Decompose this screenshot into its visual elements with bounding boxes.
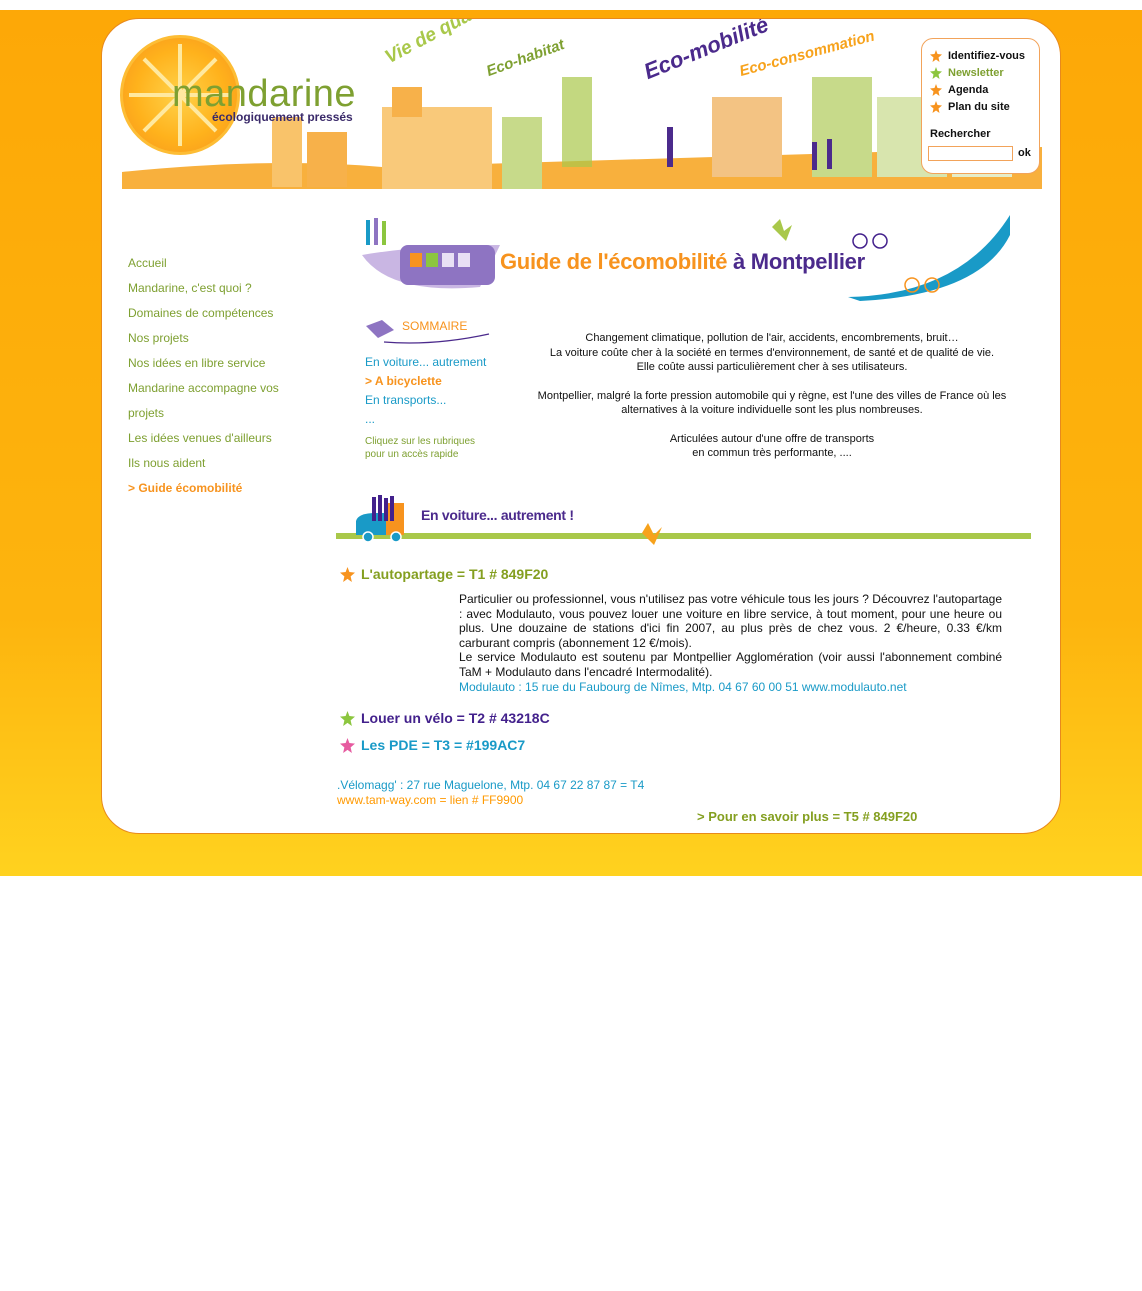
headline-eco-habitat: Eco-habitat	[484, 36, 567, 80]
nav-item-nos-idees[interactable]: Nos idées en libre service	[128, 351, 318, 376]
section-heading-pde[interactable]: Les PDE = T3 = #199AC7	[340, 737, 525, 753]
nav-item-ils-nous-aident[interactable]: Ils nous aident	[128, 451, 318, 476]
sommaire-hint-line2: pour un accès rapide	[365, 449, 459, 460]
flower-icon	[930, 101, 942, 113]
velomagg-info: .Vélomagg' : 27 rue Maguelone, Mtp. 04 6…	[337, 778, 645, 792]
top-link-label: Plan du site	[948, 101, 1010, 113]
guide-title-part2: à Montpellier	[733, 249, 865, 274]
flower-icon	[930, 50, 942, 62]
intro-line: alternatives à la voiture individuelle s…	[621, 404, 923, 416]
top-menu-box: Identifiez-vous Newsletter Agenda Plan d…	[921, 38, 1040, 174]
sommaire-label: SOMMAIRE	[402, 319, 468, 333]
top-link-label: Newsletter	[948, 67, 1004, 79]
flower-icon	[340, 737, 355, 753]
search-label: Rechercher	[930, 128, 991, 140]
top-link-newsletter[interactable]: Newsletter	[930, 67, 1004, 79]
autopartage-body: Particulier ou professionnel, vous n'uti…	[459, 592, 1002, 694]
top-link-agenda[interactable]: Agenda	[930, 84, 988, 96]
nav-item-mandarine-accompagne[interactable]: Mandarine accompagne vos	[128, 376, 318, 401]
flower-icon	[340, 710, 355, 726]
sommaire-item-more[interactable]: ...	[365, 410, 505, 429]
nav-item-guide-ecomobilite[interactable]: > Guide écomobilité	[128, 476, 318, 501]
intro-line: Articulées autour d'une offre de transpo…	[669, 432, 875, 445]
nav-item-accueil[interactable]: Accueil	[128, 251, 318, 276]
nav-item-mandarine-accompagne-projets[interactable]: projets	[128, 401, 318, 426]
brand-tagline: écologiquement pressés	[212, 110, 353, 124]
nav-item-domaines-de-competences[interactable]: Domaines de compétences	[128, 301, 318, 326]
section-banner-title: En voiture... autrement !	[421, 507, 574, 523]
flower-icon	[340, 566, 355, 582]
intro-line: Changement climatique, pollution de l'ai…	[585, 332, 959, 344]
flower-icon	[930, 67, 942, 79]
nav-item-nos-projets[interactable]: Nos projets	[128, 326, 318, 351]
sommaire-item-bicyclette[interactable]: > A bicyclette	[365, 372, 505, 391]
section-heading-autopartage: L'autopartage = T1 # 849F20	[340, 566, 548, 582]
search-input[interactable]	[928, 146, 1013, 161]
section-banner-illustration	[336, 495, 1031, 545]
sommaire-item-transports[interactable]: En transports...	[365, 391, 505, 410]
flower-icon	[930, 84, 942, 96]
body-paragraph: Particulier ou professionnel, vous n'uti…	[459, 592, 1002, 650]
top-link-label: Agenda	[948, 84, 989, 96]
section-heading-text: Louer un vélo = T2 # 43218C	[361, 710, 550, 726]
nav-item-idees-ailleurs[interactable]: Les idées venues d'ailleurs	[128, 426, 318, 451]
intro-text: Changement climatique, pollution de l'ai…	[522, 331, 1022, 475]
modulauto-contact: Modulauto : 15 rue du Faubourg de Nîmes,…	[459, 679, 907, 694]
sommaire-hint: Cliquez sur les rubriques pour un accès …	[365, 435, 475, 461]
sommaire-item-en-voiture[interactable]: En voiture... autrement	[365, 353, 505, 372]
nav-item-mandarine-cest-quoi[interactable]: Mandarine, c'est quoi ?	[128, 276, 318, 301]
section-heading-text: L'autopartage = T1 # 849F20	[361, 566, 549, 582]
section-heading-text: Les PDE = T3 = #199AC7	[361, 737, 526, 753]
intro-line: La voiture coûte cher à la société en te…	[549, 346, 995, 359]
body-paragraph: Le service Modulauto est soutenu par Mon…	[459, 650, 1002, 679]
more-info-link[interactable]: > Pour en savoir plus = T5 # 849F20	[697, 809, 917, 824]
tam-way-link[interactable]: www.tam-way.com = lien # FF9900	[337, 793, 523, 807]
top-link-label: Identifiez-vous	[948, 50, 1026, 62]
header-banner: mandarine écologiquement pressés Vie de …	[102, 19, 1060, 189]
left-navigation: Accueil Mandarine, c'est quoi ? Domaines…	[128, 251, 318, 501]
guide-title: Guide de l'écomobilité à Montpellier	[500, 249, 865, 275]
top-link-identifiez-vous[interactable]: Identifiez-vous	[930, 50, 1025, 62]
main-card: mandarine écologiquement pressés Vie de …	[101, 18, 1061, 834]
top-link-plan-du-site[interactable]: Plan du site	[930, 101, 1010, 113]
intro-line: Montpellier, malgré la forte pression au…	[537, 389, 1007, 402]
search-ok-button[interactable]: ok	[1018, 147, 1031, 159]
intro-line: Elle coûte aussi particulièrement cher à…	[636, 361, 908, 373]
section-heading-louer-velo[interactable]: Louer un vélo = T2 # 43218C	[340, 710, 550, 726]
sommaire-nav: En voiture... autrement > A bicyclette E…	[365, 353, 505, 429]
intro-line: en commun très performante, ....	[692, 447, 852, 459]
guide-title-part1: Guide de l'écomobilité	[500, 249, 728, 274]
sommaire-hint-line1: Cliquez sur les rubriques	[365, 436, 476, 447]
